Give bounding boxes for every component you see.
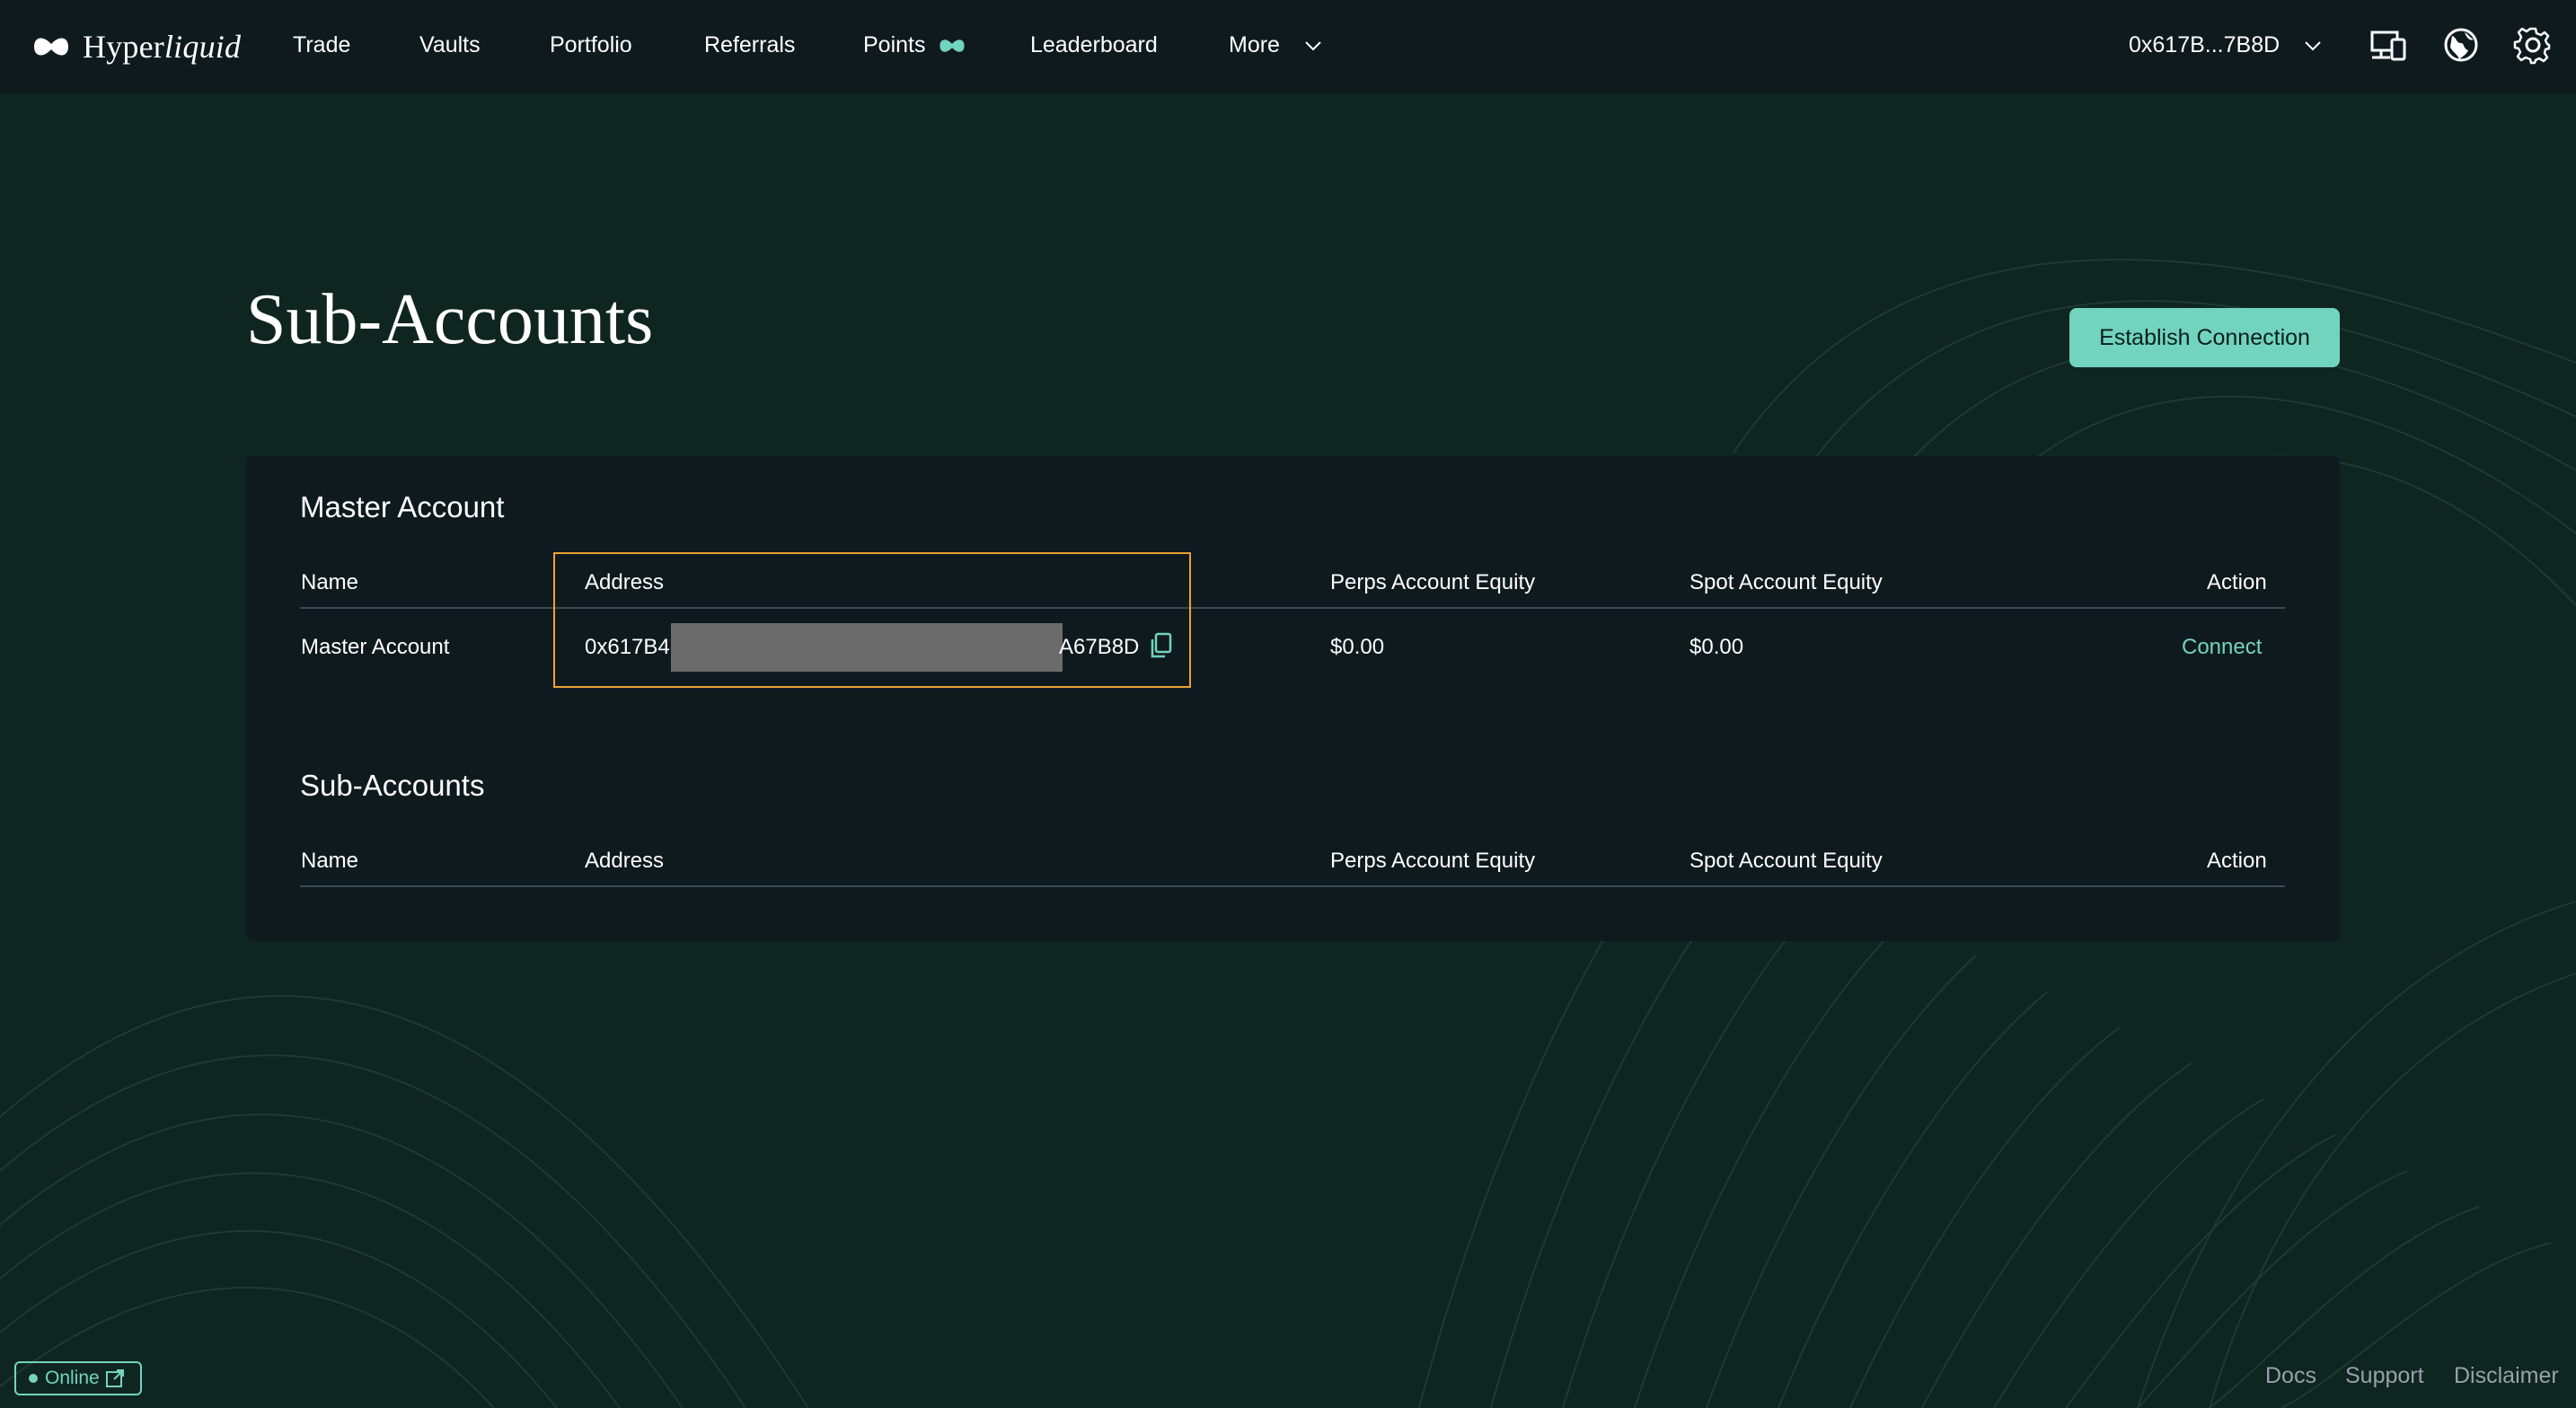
chevron-down-icon [1305,41,1321,51]
status-label: Online [45,1368,100,1388]
connection-status-badge[interactable]: Online [14,1361,142,1395]
status-dot [29,1374,38,1383]
top-navigation-bar: Hyperliquid Trade Vaults Portfolio Refer… [0,0,2576,93]
external-link-icon [105,1369,124,1387]
footer-docs-link[interactable]: Docs [2265,1363,2316,1389]
column-header-name: Name [301,849,359,873]
column-header-action: Action [2207,849,2267,873]
table-header-divider [300,885,2285,887]
wallet-address-label: 0x617B...7B8D [2129,32,2280,57]
nav-leaderboard[interactable]: Leaderboard [1030,27,1158,63]
nav-points[interactable]: Points [863,27,966,63]
gear-icon[interactable] [2513,25,2553,65]
footer-disclaimer-link[interactable]: Disclaimer [2454,1363,2559,1389]
nav-more-label: More [1229,32,1280,57]
brand-logo[interactable]: Hyperliquid [32,25,241,68]
wallet-dropdown[interactable]: 0x617B...7B8D [2129,27,2324,63]
column-header-perps-equity: Perps Account Equity [1330,570,1536,594]
nav-vaults[interactable]: Vaults [419,27,481,63]
points-logo-icon [940,40,966,53]
master-account-section-title: Master Account [300,490,505,524]
chevron-down-icon [2305,41,2321,51]
column-header-action: Action [2207,570,2267,594]
master-account-name: Master Account [301,635,450,659]
column-header-spot-equity: Spot Account Equity [1689,570,1883,594]
devices-icon[interactable] [2369,25,2408,65]
brand-wordmark: Hyperliquid [83,29,242,65]
address-highlight-box [553,552,1191,688]
accounts-panel: Master Account Name Address Perps Accoun… [246,456,2340,941]
page-title: Sub-Accounts [246,280,654,359]
hyperliquid-logo-icon [34,38,68,56]
column-header-address: Address [585,849,665,873]
nav-portfolio[interactable]: Portfolio [550,27,632,63]
nav-referrals[interactable]: Referrals [704,27,795,63]
globe-icon[interactable] [2441,25,2481,65]
establish-connection-button[interactable]: Establish Connection [2069,308,2340,367]
master-perps-equity: $0.00 [1330,635,1385,659]
nav-trade[interactable]: Trade [293,27,350,63]
sub-accounts-section-title: Sub-Accounts [300,769,485,802]
column-header-name: Name [301,570,359,594]
connect-link[interactable]: Connect [2182,635,2262,660]
nav-more[interactable]: More [1229,27,1324,63]
nav-points-label: Points [863,32,926,57]
column-header-perps-equity: Perps Account Equity [1330,849,1536,873]
column-header-spot-equity: Spot Account Equity [1689,849,1883,873]
master-spot-equity: $0.00 [1689,635,1744,659]
footer-support-link[interactable]: Support [2345,1363,2424,1389]
